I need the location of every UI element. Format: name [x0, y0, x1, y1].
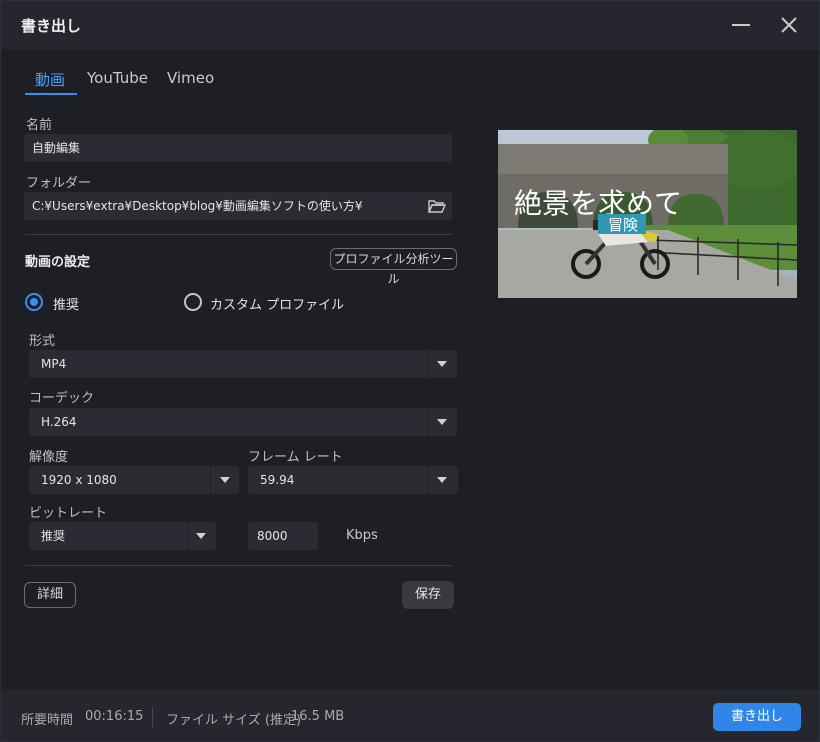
tab-youtube[interactable]: YouTube	[87, 69, 148, 87]
tab-vimeo[interactable]: Vimeo	[167, 69, 214, 87]
window-title: 書き出し	[21, 17, 82, 35]
minimize-icon	[732, 24, 750, 26]
folder-open-icon[interactable]	[428, 198, 446, 214]
status-bar: 所要時間 00:16:15 ファイル サイズ (推定) 16.5 MB 書き出し	[1, 689, 819, 741]
active-tab-indicator	[25, 93, 77, 95]
resolution-select[interactable]: 1920 x 1080	[29, 466, 239, 494]
size-value: 16.5 MB	[291, 709, 345, 724]
profile-analysis-button[interactable]: プロファイル分析ツール	[330, 248, 457, 286]
name-label: 名前	[26, 118, 53, 133]
minimize-button[interactable]	[729, 13, 753, 37]
folder-path: C:¥Users¥extra¥Desktop¥blog¥動画編集ソフトの使い方¥	[32, 199, 363, 213]
save-button[interactable]: 保存	[402, 581, 454, 609]
format-value: MP4	[41, 357, 67, 371]
bitrate-mode-value: 推奨	[41, 529, 66, 543]
video-settings-title: 動画の設定	[25, 255, 91, 270]
codec-select[interactable]: H.264	[29, 408, 457, 436]
export-dialog: 書き出し 動画 YouTube Vimeo 名前 自動編集 フォルダー C:¥U…	[0, 0, 820, 742]
radio-custom-profile[interactable]	[184, 293, 202, 311]
radio-recommended[interactable]	[25, 293, 43, 311]
chevron-down-icon	[437, 419, 447, 425]
frame-rate-label: フレーム レート	[248, 450, 343, 465]
frame-rate-value: 59.94	[260, 473, 295, 487]
tab-video[interactable]: 動画	[35, 69, 65, 90]
radio-custom-profile-label: カスタム プロファイル	[210, 298, 345, 313]
folder-input[interactable]: C:¥Users¥extra¥Desktop¥blog¥動画編集ソフトの使い方¥	[24, 192, 452, 220]
export-button[interactable]: 書き出し	[713, 703, 801, 731]
video-preview: 絶景を求めて 冒険	[498, 130, 797, 298]
chevron-down-icon	[220, 477, 230, 483]
chevron-down-icon	[437, 361, 447, 367]
bitrate-unit: Kbps	[346, 528, 378, 543]
time-label: 所要時間	[21, 713, 74, 728]
bitrate-label: ビットレート	[29, 506, 108, 521]
radio-recommended-label: 推奨	[53, 298, 80, 313]
select-divider	[187, 522, 188, 550]
details-button[interactable]: 詳細	[24, 582, 76, 608]
title-bar: 書き出し	[1, 1, 819, 49]
preview-caption-sub: 冒険	[608, 216, 638, 234]
folder-label: フォルダー	[26, 176, 92, 191]
close-icon	[781, 17, 797, 33]
chevron-down-icon	[437, 477, 447, 483]
divider	[25, 565, 452, 566]
bitrate-input[interactable]: 8000	[248, 522, 318, 550]
format-select[interactable]: MP4	[29, 350, 457, 378]
select-divider	[428, 350, 429, 378]
select-divider	[428, 408, 429, 436]
status-divider	[152, 707, 153, 727]
name-input[interactable]: 自動編集	[24, 134, 452, 162]
preview-thumbnail: 絶景を求めて 冒険	[498, 130, 797, 298]
codec-label: コーデック	[29, 391, 95, 406]
close-button[interactable]	[777, 13, 801, 37]
frame-rate-select[interactable]: 59.94	[248, 466, 458, 494]
chevron-down-icon	[196, 533, 206, 539]
format-label: 形式	[29, 334, 56, 349]
divider	[25, 234, 452, 235]
resolution-value: 1920 x 1080	[41, 473, 117, 487]
select-divider	[428, 466, 429, 494]
bitrate-select[interactable]: 推奨	[29, 522, 216, 550]
codec-value: H.264	[41, 415, 77, 429]
resolution-label: 解像度	[29, 450, 69, 465]
size-label: ファイル サイズ (推定)	[166, 713, 302, 728]
select-divider	[210, 466, 211, 494]
time-value: 00:16:15	[85, 709, 144, 724]
